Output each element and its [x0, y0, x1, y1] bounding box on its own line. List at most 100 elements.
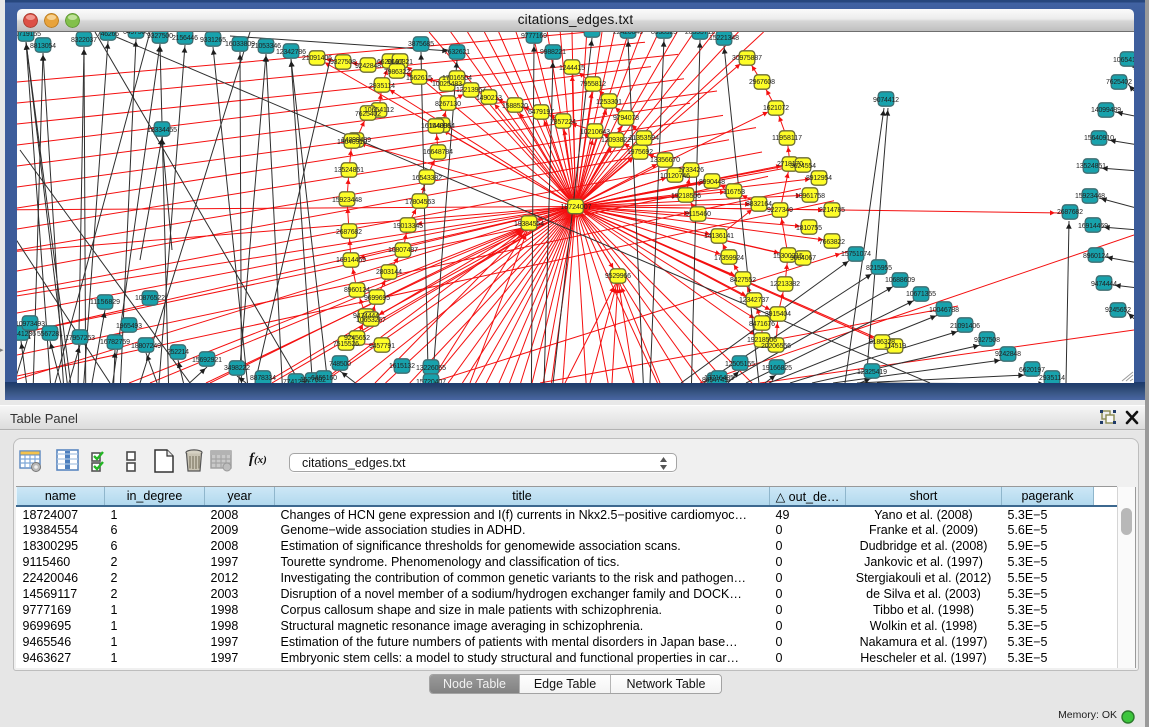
- svg-text:9327500: 9327500: [147, 33, 173, 40]
- svg-text:2687682: 2687682: [1057, 209, 1083, 216]
- svg-text:7625402: 7625402: [355, 111, 381, 118]
- svg-text:3624554: 3624554: [790, 163, 816, 170]
- svg-text:12342737: 12342737: [739, 297, 769, 304]
- svg-text:8322037: 8322037: [71, 37, 97, 44]
- svg-text:2687682: 2687682: [336, 229, 362, 236]
- svg-text:8186328: 8186328: [869, 339, 895, 346]
- svg-text:15640910: 15640910: [337, 139, 367, 146]
- svg-text:8813054: 8813054: [30, 43, 56, 50]
- svg-text:18807249: 18807249: [131, 343, 161, 350]
- svg-text:19218506: 19218506: [671, 193, 701, 200]
- svg-text:10120746: 10120746: [660, 173, 690, 180]
- svg-text:21091406: 21091406: [950, 323, 980, 330]
- svg-text:2214785: 2214785: [819, 207, 845, 214]
- svg-text:18334455: 18334455: [147, 127, 177, 134]
- svg-text:19166825: 19166825: [762, 365, 792, 372]
- svg-text:14136141: 14136141: [704, 233, 734, 240]
- svg-text:748500: 748500: [329, 361, 351, 368]
- svg-text:2156446: 2156446: [172, 35, 198, 42]
- svg-text:11353594: 11353594: [629, 135, 659, 142]
- svg-text:13524851: 13524851: [334, 167, 364, 174]
- svg-text:1965493: 1965493: [116, 323, 142, 330]
- svg-text:9529966: 9529966: [605, 273, 631, 280]
- svg-text:9699695: 9699695: [364, 295, 390, 302]
- svg-text:8938923: 8938923: [651, 32, 677, 36]
- svg-text:12213967: 12213967: [456, 87, 486, 94]
- svg-text:9146821: 9146821: [387, 59, 413, 66]
- svg-text:12325419: 12325419: [857, 369, 887, 376]
- svg-text:16782759: 16782759: [100, 339, 130, 346]
- svg-text:9794078: 9794078: [613, 115, 639, 122]
- svg-text:5567281: 5567281: [37, 331, 63, 338]
- svg-text:10688609: 10688609: [885, 277, 915, 284]
- svg-text:3915404: 3915404: [765, 311, 791, 318]
- svg-text:10876522: 10876522: [135, 295, 165, 302]
- svg-text:116753: 116753: [723, 189, 745, 196]
- svg-text:8912954: 8912954: [806, 175, 832, 182]
- svg-text:15221348: 15221348: [709, 35, 739, 42]
- svg-text:8878334: 8878334: [250, 375, 276, 382]
- svg-text:252214: 252214: [167, 349, 189, 356]
- svg-text:14099489: 14099489: [1091, 107, 1121, 114]
- svg-text:9777169: 9777169: [521, 33, 547, 40]
- svg-text:9245652: 9245652: [1105, 307, 1131, 314]
- svg-text:1562615: 1562615: [406, 75, 432, 82]
- svg-text:1615132: 1615132: [389, 363, 415, 370]
- svg-text:7632621: 7632621: [444, 49, 470, 56]
- svg-text:6620197: 6620197: [1019, 367, 1045, 374]
- svg-text:18724007: 18724007: [561, 204, 592, 211]
- svg-text:19384554: 19384554: [514, 221, 544, 228]
- svg-text:17957253: 17957253: [65, 335, 95, 342]
- svg-text:12213382: 12213382: [770, 281, 800, 288]
- svg-text:17016504: 17016504: [442, 75, 472, 82]
- svg-text:11156829: 11156829: [90, 299, 120, 306]
- svg-text:17804563: 17804563: [405, 199, 435, 206]
- svg-text:30975887: 30975887: [732, 55, 762, 62]
- svg-text:7625402: 7625402: [1106, 79, 1132, 86]
- svg-text:9084067: 9084067: [790, 255, 816, 262]
- svg-text:7357224: 7357224: [550, 119, 576, 126]
- svg-text:16543382: 16543382: [412, 175, 442, 182]
- svg-text:2935114: 2935114: [369, 83, 395, 90]
- svg-text:9115460: 9115460: [685, 211, 711, 218]
- svg-text:2803144: 2803144: [376, 269, 402, 276]
- svg-text:21091406: 21091406: [302, 55, 332, 62]
- svg-text:3875685: 3875685: [408, 41, 434, 48]
- svg-text:15751074: 15751074: [841, 251, 871, 258]
- svg-text:1975692: 1975692: [627, 149, 653, 156]
- svg-text:8267130: 8267130: [435, 101, 461, 108]
- svg-text:9242848: 9242848: [995, 351, 1021, 358]
- svg-text:2967608: 2967608: [749, 79, 775, 86]
- svg-text:15692921: 15692921: [192, 357, 222, 364]
- svg-text:10807487: 10807487: [388, 247, 418, 254]
- svg-text:1244415: 1244415: [559, 65, 585, 72]
- svg-text:6466160: 6466160: [311, 375, 337, 382]
- svg-text:15923448: 15923448: [332, 197, 362, 204]
- svg-text:10719155: 10719155: [17, 32, 41, 38]
- svg-text:4170064: 4170064: [579, 32, 605, 34]
- svg-text:13716485: 13716485: [704, 375, 734, 382]
- svg-text:1490213: 1490213: [476, 95, 502, 102]
- svg-text:10671355: 10671355: [906, 291, 936, 298]
- svg-text:8990448: 8990448: [699, 179, 725, 186]
- svg-text:1810755: 1810755: [796, 225, 822, 232]
- svg-text:13356670: 13356670: [650, 157, 680, 164]
- svg-text:9331265: 9331265: [200, 37, 226, 44]
- svg-text:12093822: 12093822: [601, 137, 631, 144]
- svg-text:20206556: 20206556: [761, 343, 791, 350]
- svg-text:10441236: 10441236: [17, 331, 36, 338]
- svg-text:10653267: 10653267: [356, 317, 386, 324]
- svg-text:8960124: 8960124: [1083, 253, 1109, 260]
- svg-text:3498222: 3498222: [224, 365, 250, 372]
- svg-text:7515526: 7515526: [333, 341, 359, 348]
- svg-text:17359924: 17359924: [714, 255, 744, 262]
- svg-text:6497568: 6497568: [123, 32, 149, 36]
- svg-text:1253301: 1253301: [596, 99, 622, 106]
- svg-text:10961758: 10961758: [795, 193, 825, 200]
- svg-text:11958117: 11958117: [772, 135, 802, 142]
- svg-text:7663822: 7663822: [819, 239, 845, 246]
- svg-text:9474444: 9474444: [1091, 281, 1117, 288]
- svg-text:9327508: 9327508: [330, 59, 356, 66]
- svg-text:9457791: 9457791: [369, 343, 395, 350]
- svg-text:10210643: 10210643: [580, 129, 610, 136]
